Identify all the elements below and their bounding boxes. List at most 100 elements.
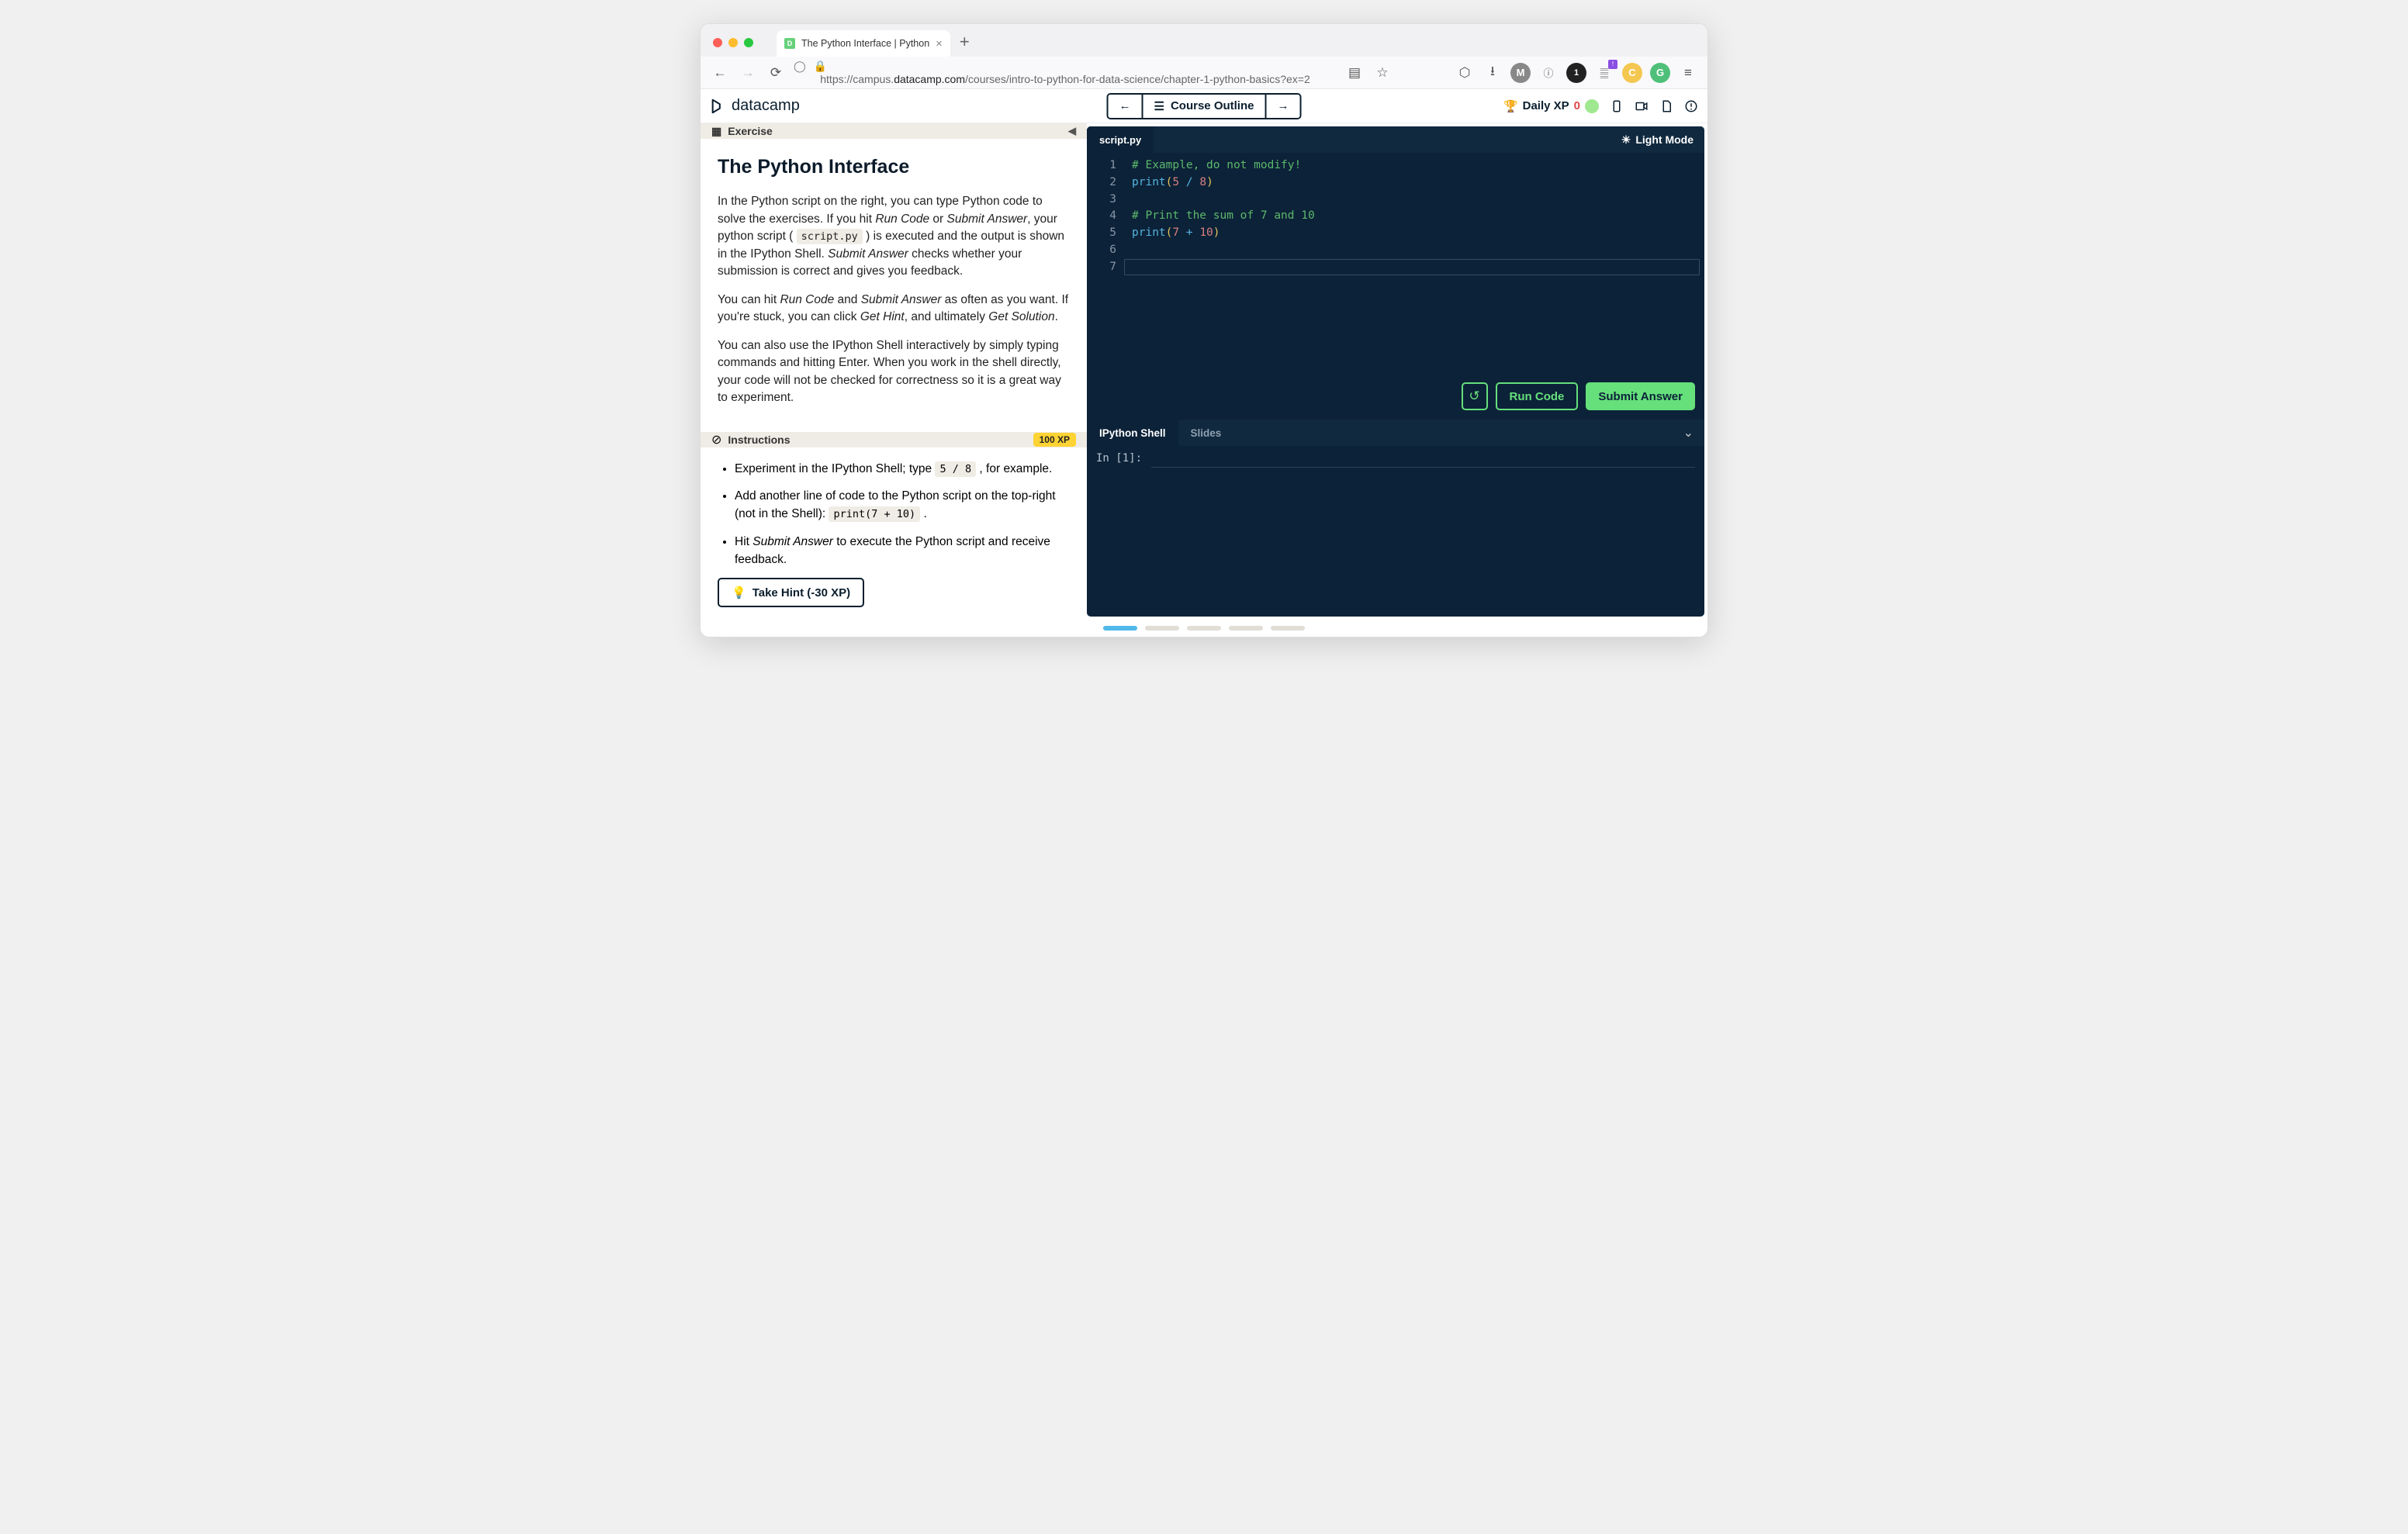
cursor-line: [1124, 259, 1700, 276]
editor-tabs: script.py ☀ Light Mode: [1087, 126, 1704, 153]
light-mode-label: Light Mode: [1635, 133, 1694, 146]
menu-icon[interactable]: ≡: [1678, 63, 1698, 83]
light-mode-toggle[interactable]: ☀ Light Mode: [1611, 126, 1704, 153]
traffic-lights: [710, 38, 761, 57]
instruction-item-2: Add another line of code to the Python s…: [735, 487, 1070, 523]
menu-icon: ☰: [1154, 99, 1164, 113]
right-column: script.py ☀ Light Mode 1 2 3 4 5 6 7 # E…: [1087, 126, 1704, 617]
xp-badge: 100 XP: [1033, 433, 1076, 447]
browser-tab-strip: D The Python Interface | Python × +: [701, 24, 1707, 57]
shell-tab-slides[interactable]: Slides: [1178, 420, 1234, 446]
extension-counter-icon[interactable]: 1: [1566, 63, 1586, 83]
progress-segment-3[interactable]: [1187, 626, 1221, 631]
progress-segment-2[interactable]: [1145, 626, 1179, 631]
lightbulb-icon: 💡: [732, 586, 746, 599]
course-outline-button[interactable]: ☰ Course Outline: [1143, 95, 1265, 118]
submit-answer-button[interactable]: Submit Answer: [1586, 382, 1695, 410]
shell-tab-ipython[interactable]: IPython Shell: [1087, 420, 1178, 446]
daily-xp-label: Daily XP: [1523, 99, 1569, 112]
code-editor[interactable]: 1 2 3 4 5 6 7 # Example, do not modify! …: [1087, 153, 1704, 420]
trophy-icon: 🏆: [1503, 99, 1518, 113]
url-domain: datacamp.com: [894, 73, 965, 85]
shell-expand-icon[interactable]: ⌄: [1673, 420, 1704, 446]
document-icon[interactable]: [1659, 99, 1673, 113]
code-lines: # Example, do not modify! print(5 / 8) #…: [1124, 153, 1704, 420]
profile-c-icon[interactable]: C: [1622, 63, 1642, 83]
exercise-section-header: ▦ Exercise ◀: [701, 123, 1087, 139]
window-close-icon[interactable]: [713, 38, 722, 47]
shell-prompt: In [1]:: [1096, 452, 1695, 468]
progress-segment-4[interactable]: [1229, 626, 1263, 631]
window-minimize-icon[interactable]: [728, 38, 738, 47]
url-pre: https://campus.: [820, 73, 894, 85]
app-body: ▦ Exercise ◀ The Python Interface In the…: [701, 123, 1707, 620]
info-icon[interactable]: ⓘ: [1538, 63, 1559, 83]
editor-tab-script[interactable]: script.py: [1087, 126, 1154, 153]
app-header: datacamp ← ☰ Course Outline → 🏆 Daily XP…: [701, 89, 1707, 123]
nav-back-icon[interactable]: ←: [710, 63, 730, 83]
run-code-button[interactable]: Run Code: [1496, 382, 1579, 410]
lock-icon[interactable]: 🔒: [814, 60, 827, 73]
take-hint-button[interactable]: 💡 Take Hint (-30 XP): [718, 578, 864, 607]
sun-icon: ☀: [1621, 133, 1631, 147]
browser-window: D The Python Interface | Python × + ← → …: [700, 23, 1708, 637]
hint-label: Take Hint (-30 XP): [752, 586, 850, 599]
download-icon[interactable]: ⭳: [1483, 63, 1503, 83]
course-outline-label: Course Outline: [1171, 99, 1254, 112]
exercise-icon: ▦: [711, 125, 721, 138]
reset-button[interactable]: ↺: [1462, 382, 1488, 410]
shell-prompt-text: In [1]:: [1096, 452, 1142, 468]
header-right: 🏆 Daily XP 0: [1503, 99, 1698, 113]
xp-dot-icon: [1585, 99, 1599, 113]
close-tab-icon[interactable]: ×: [936, 37, 943, 50]
instructions-label: Instructions: [728, 434, 790, 446]
prev-exercise-button[interactable]: ←: [1109, 95, 1142, 118]
favicon-icon: D: [784, 38, 795, 49]
daily-xp[interactable]: 🏆 Daily XP 0: [1503, 99, 1599, 113]
exercise-content: The Python Interface In the Python scrip…: [701, 139, 1087, 431]
exercise-section-label: Exercise: [728, 125, 773, 137]
instructions-body: Experiment in the IPython Shell; type 5 …: [701, 447, 1087, 620]
progress-segment-5[interactable]: [1271, 626, 1305, 631]
collapse-icon[interactable]: ◀: [1068, 125, 1076, 137]
progress-bar: [701, 620, 1707, 637]
editor-gutter: 1 2 3 4 5 6 7: [1087, 153, 1124, 420]
reader-mode-icon[interactable]: ▤: [1344, 63, 1365, 83]
badge-icon: !: [1608, 60, 1617, 69]
extension-m-icon[interactable]: M: [1510, 63, 1531, 83]
exercise-title: The Python Interface: [718, 153, 1070, 181]
shield-icon[interactable]: ◯: [794, 60, 806, 73]
exercise-p1: In the Python script on the right, you c…: [718, 193, 1070, 280]
shell-tabs: IPython Shell Slides ⌄: [1087, 420, 1704, 446]
report-issue-icon[interactable]: [1684, 99, 1698, 113]
next-exercise-button[interactable]: →: [1266, 95, 1299, 118]
instructions-header: ⊘ Instructions 100 XP: [701, 432, 1087, 447]
left-column: ▦ Exercise ◀ The Python Interface In the…: [701, 123, 1087, 620]
course-nav: ← ☰ Course Outline →: [1107, 93, 1302, 119]
shell-input[interactable]: [1151, 452, 1695, 468]
progress-segment-1[interactable]: [1103, 626, 1137, 631]
mobile-icon[interactable]: [1610, 99, 1624, 113]
logo[interactable]: datacamp: [710, 97, 800, 115]
url-bar: ← → ⟳ ◯ 🔒 https://campus.datacamp.com/co…: [701, 57, 1707, 89]
video-icon[interactable]: [1635, 99, 1649, 113]
exercise-p2: You can hit Run Code and Submit Answer a…: [718, 292, 1070, 326]
bookmark-icon[interactable]: ☆: [1372, 63, 1393, 83]
shell-body[interactable]: In [1]:: [1087, 446, 1704, 617]
pocket-icon[interactable]: ⬡: [1455, 63, 1475, 83]
exercise-p3: You can also use the IPython Shell inter…: [718, 337, 1070, 407]
check-icon: ⊘: [711, 432, 721, 447]
instruction-item-3: Hit Submit Answer to execute the Python …: [735, 533, 1070, 569]
extension-sliders-icon[interactable]: 𝄛!: [1594, 63, 1614, 83]
window-maximize-icon[interactable]: [744, 38, 753, 47]
tab-title: The Python Interface | Python: [801, 38, 929, 49]
profile-g-icon[interactable]: G: [1650, 63, 1670, 83]
editor-actions: ↺ Run Code Submit Answer: [1462, 382, 1695, 410]
browser-tab[interactable]: D The Python Interface | Python ×: [777, 30, 950, 57]
nav-forward-icon[interactable]: →: [738, 63, 758, 83]
nav-reload-icon[interactable]: ⟳: [766, 63, 786, 83]
logo-icon: [710, 98, 727, 115]
add-tab-button[interactable]: +: [960, 32, 970, 52]
daily-xp-value: 0: [1574, 99, 1580, 112]
url-display[interactable]: ◯ 🔒 https://campus.datacamp.com/courses/…: [794, 60, 1337, 85]
